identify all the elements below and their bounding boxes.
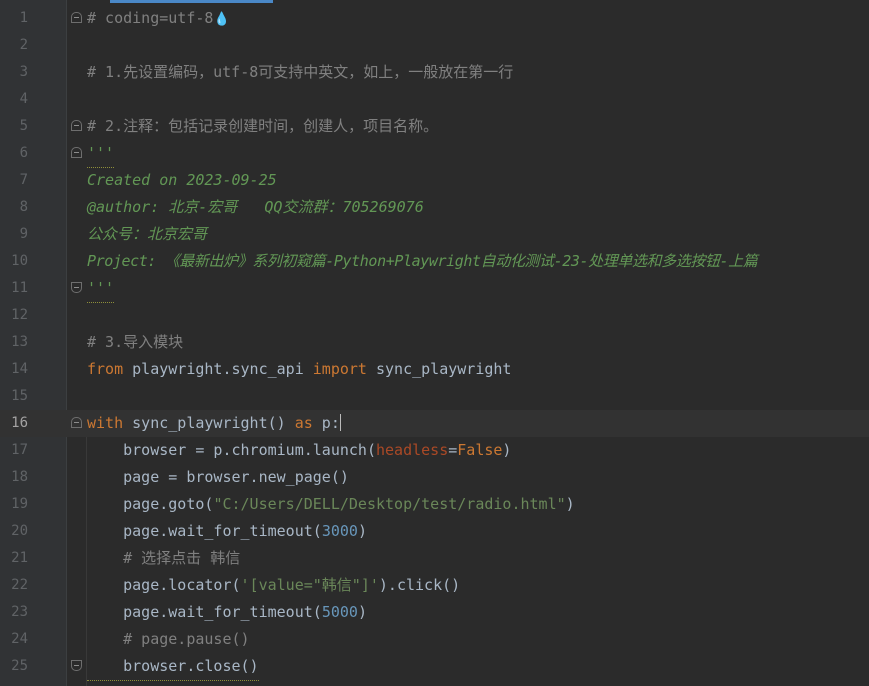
code-line[interactable]: 15 <box>0 383 869 410</box>
code-line[interactable]: 17 browser = p.chromium.launch(headless=… <box>0 437 869 464</box>
code-line[interactable]: 10 Project: 《最新出炉》系列初窥篇-Python+Playwrigh… <box>0 248 869 275</box>
line-number: 19 <box>11 496 28 512</box>
code-line[interactable]: 4 <box>0 86 869 113</box>
line-number: 21 <box>11 550 28 566</box>
code-line[interactable]: 5 # 2.注释：包括记录创建时间，创建人，项目名称。 <box>0 113 869 140</box>
code-text: # 2.注释：包括记录创建时间，创建人，项目名称。 <box>87 117 439 135</box>
code-text: browser = p.chromium.launch(headless=Fal… <box>87 441 512 459</box>
code-line[interactable]: 22 page.locator('[value="韩信"]').click() <box>0 572 869 599</box>
code-text: Created on 2023-09-25 <box>87 171 277 189</box>
line-number: 10 <box>11 253 28 269</box>
flame-icon: 💧 <box>213 12 230 27</box>
code-line[interactable]: 20 page.wait_for_timeout(3000) <box>0 518 869 545</box>
code-line[interactable]: 13 # 3.导入模块 <box>0 329 869 356</box>
code-line[interactable]: 2 <box>0 32 869 59</box>
line-number: 14 <box>11 361 28 377</box>
line-number: 24 <box>11 631 28 647</box>
code-text: ''' <box>87 275 115 303</box>
code-text: @author: 北京-宏哥 QQ交流群：705269076 <box>87 198 424 216</box>
code-line[interactable]: 7 Created on 2023-09-25 <box>0 167 869 194</box>
line-number: 15 <box>11 388 28 404</box>
fold-toggle[interactable] <box>71 120 82 131</box>
code-text: with sync_playwright() as p: <box>87 414 341 432</box>
fold-toggle[interactable] <box>71 417 82 428</box>
text-caret <box>339 414 341 431</box>
line-number: 20 <box>11 523 28 539</box>
code-editor[interactable]: 1 # coding=utf-8💧 2 3 # 1.先设置编码，utf-8可支持… <box>0 0 869 686</box>
line-number: 22 <box>11 577 28 593</box>
line-number: 11 <box>11 280 28 296</box>
code-line[interactable]: 11 ''' <box>0 275 869 303</box>
code-text: # page.pause() <box>87 630 250 648</box>
code-line[interactable]: 14 from playwright.sync_api import sync_… <box>0 356 869 383</box>
code-line[interactable]: 1 # coding=utf-8💧 <box>0 5 869 32</box>
code-text: 公众号：北京宏哥 <box>87 225 208 243</box>
code-line[interactable]: 19 page.goto("C:/Users/DELL/Desktop/test… <box>0 491 869 518</box>
line-number: 13 <box>11 334 28 350</box>
code-text: # 1.先设置编码，utf-8可支持中英文，如上，一般放在第一行 <box>87 63 514 81</box>
code-text: page.wait_for_timeout(5000) <box>87 603 367 621</box>
fold-toggle[interactable] <box>71 12 82 23</box>
code-text: # 3.导入模块 <box>87 333 184 351</box>
code-line[interactable]: 3 # 1.先设置编码，utf-8可支持中英文，如上，一般放在第一行 <box>0 59 869 86</box>
code-text: page.locator('[value="韩信"]').click() <box>87 576 461 594</box>
code-line[interactable]: 9 公众号：北京宏哥 <box>0 221 869 248</box>
code-line[interactable]: 8 @author: 北京-宏哥 QQ交流群：705269076 <box>0 194 869 221</box>
line-number: 17 <box>11 442 28 458</box>
code-line[interactable]: 23 page.wait_for_timeout(5000) <box>0 599 869 626</box>
line-number: 8 <box>19 199 28 215</box>
active-tab-indicator <box>110 0 273 3</box>
code-line[interactable]: 12 <box>0 302 869 329</box>
line-number: 4 <box>19 91 28 107</box>
line-number: 5 <box>19 118 28 134</box>
code-text: from playwright.sync_api import sync_pla… <box>87 360 512 378</box>
code-text: Project: 《最新出炉》系列初窥篇-Python+Playwright自动… <box>87 252 758 270</box>
fold-toggle[interactable] <box>71 660 82 671</box>
code-text: browser.close() <box>87 653 259 681</box>
code-text: ''' <box>87 140 115 168</box>
code-line[interactable]: 25 browser.close() <box>0 653 869 681</box>
code-line-current[interactable]: 16 with sync_playwright() as p: <box>0 410 869 437</box>
code-text: page.goto("C:/Users/DELL/Desktop/test/ra… <box>87 495 575 513</box>
line-number: 6 <box>19 145 28 161</box>
line-number: 25 <box>11 658 28 674</box>
line-number: 18 <box>11 469 28 485</box>
line-number: 9 <box>19 226 28 242</box>
code-line[interactable]: 6 ''' <box>0 140 869 168</box>
line-number: 1 <box>19 10 28 26</box>
line-number: 12 <box>11 307 28 323</box>
line-number: 16 <box>11 415 28 431</box>
code-text: # 选择点击 韩信 <box>87 549 241 567</box>
line-number: 23 <box>11 604 28 620</box>
line-number: 7 <box>19 172 28 188</box>
code-line[interactable]: 21 # 选择点击 韩信 <box>0 545 869 572</box>
code-line[interactable]: 18 page = browser.new_page() <box>0 464 869 491</box>
code-line[interactable]: 24 # page.pause() <box>0 626 869 653</box>
code-text: page = browser.new_page() <box>87 468 349 486</box>
code-text: # coding=utf-8💧 <box>87 5 230 32</box>
fold-toggle[interactable] <box>71 147 82 158</box>
line-number: 2 <box>19 37 28 53</box>
code-text: page.wait_for_timeout(3000) <box>87 522 367 540</box>
line-number: 3 <box>19 64 28 80</box>
fold-toggle[interactable] <box>71 282 82 293</box>
